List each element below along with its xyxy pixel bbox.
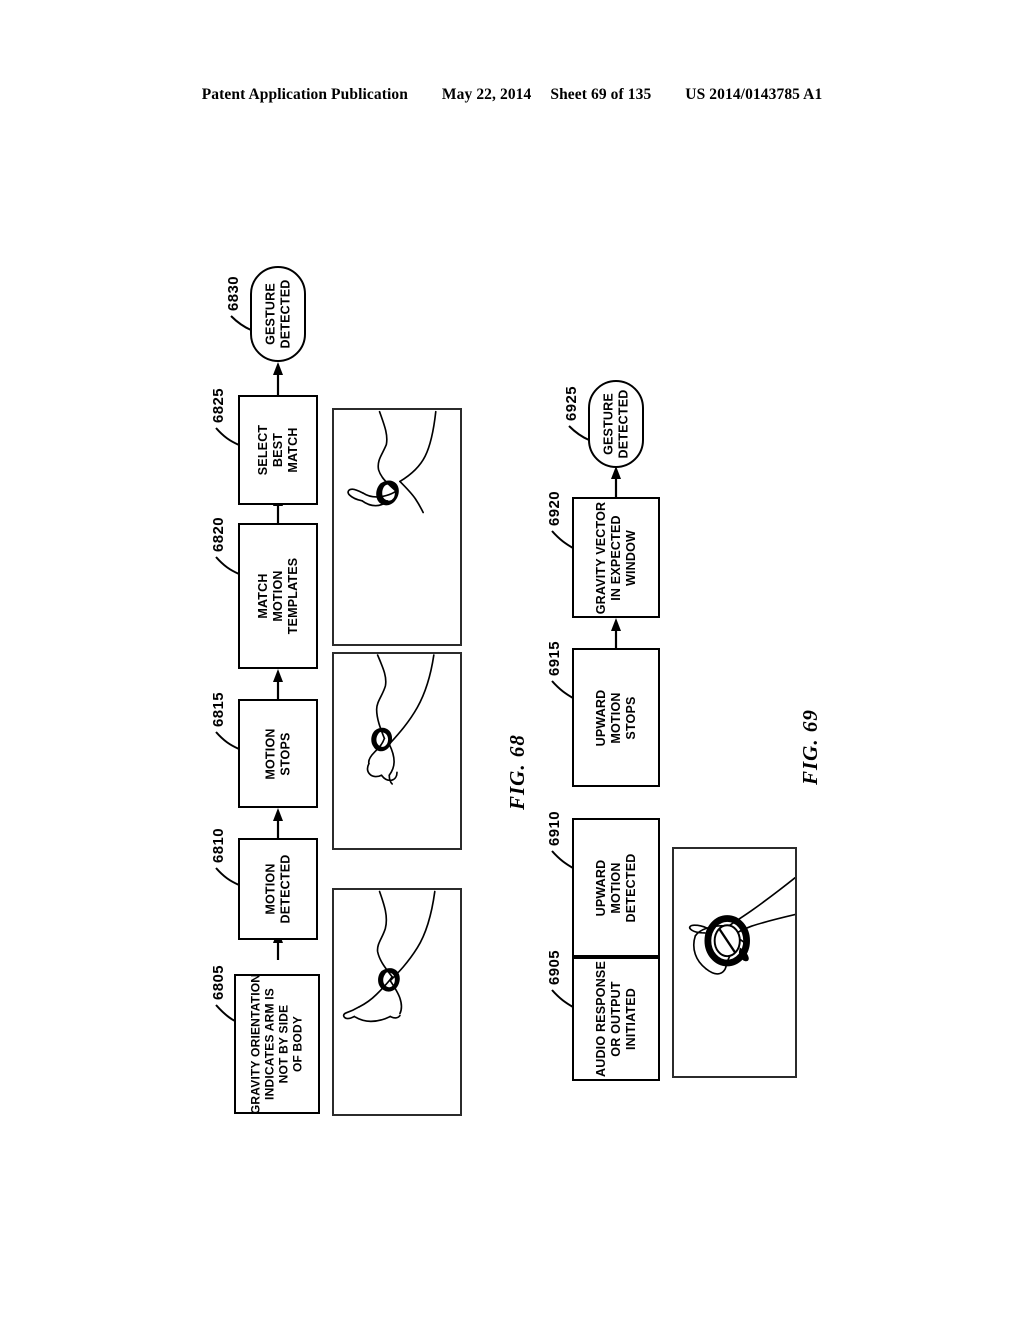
fig69-caption: FIG. 69 (798, 709, 822, 785)
fig69-node-6925-line-1: DETECTED (616, 389, 630, 459)
fig69-node-6915: UPWARD MOTION STOPS (572, 648, 660, 787)
fig69-node-6920-line-1: IN EXPECTED (608, 514, 623, 601)
fig69-node-6910-line-2: DETECTED (623, 853, 638, 922)
fig69-ref-6905: 6905 (546, 950, 563, 985)
fig69-node-6915-line-0: UPWARD (593, 689, 608, 746)
fig69-ref-6925: 6925 (563, 386, 580, 421)
fig69-ref-6910: 6910 (546, 811, 563, 846)
fig69-ref-6920: 6920 (546, 491, 563, 526)
fig69-node-6920-line-2: WINDOW (623, 529, 638, 586)
fig69-node-6915-line-2: STOPS (623, 695, 638, 740)
fig69-node-6910-line-0: UPWARD (593, 859, 608, 916)
fig69-node-6915-line-1: MOTION (608, 691, 623, 744)
fig69-node-6905-line-1: OR OUTPUT (608, 981, 623, 1057)
fig69-node-6925-line-0: GESTURE (601, 393, 616, 455)
fig69-node-6905: AUDIO RESPONSE OR OUTPUT INITIATED (572, 957, 660, 1081)
fig69-illustration-arm-raised-to-face (688, 876, 795, 975)
fig69-panel-arm-raised-to-face (672, 847, 797, 1078)
fig69-node-6905-line-0: AUDIO RESPONSE (593, 960, 608, 1078)
fig69-node-6910: UPWARD MOTION DETECTED (572, 818, 660, 957)
fig69-node-6920-line-0: GRAVITY VECTOR (593, 501, 608, 614)
fig69-node-6925: GESTURE DETECTED (588, 380, 644, 468)
fig69-node-6905-line-2: INITIATED (623, 988, 638, 1050)
fig69-ref-6915: 6915 (546, 641, 563, 676)
fig69-node-6910-line-1: MOTION (608, 861, 623, 914)
patent-drawing: GESTURE DETECTED 6830 SELECT BEST MATCH … (0, 0, 1024, 1320)
fig69-node-6920: GRAVITY VECTOR IN EXPECTED WINDOW (572, 497, 660, 618)
fig69-connectors (611, 466, 621, 957)
